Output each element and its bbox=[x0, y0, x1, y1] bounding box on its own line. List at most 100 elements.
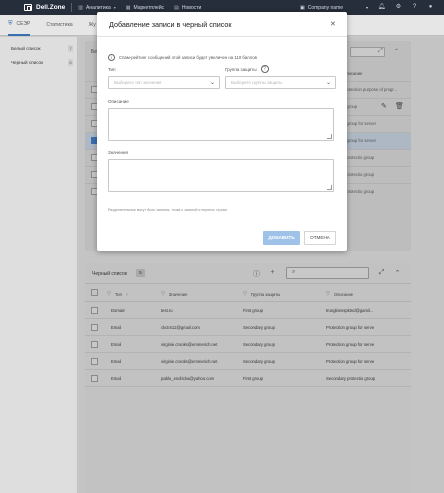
news-icon: ▤ bbox=[174, 4, 179, 11]
cell-value: pablo_endrickа@yahoo.com bbox=[161, 376, 215, 381]
add-blacklist-dialog: Добавление записи в черный список ✕ i Сп… bbox=[97, 12, 347, 251]
nav-marketplace[interactable]: ▦ Маркетплейс bbox=[126, 5, 164, 11]
cell-description: Protection group for serve bbox=[326, 359, 375, 364]
cell-type: Email bbox=[111, 376, 122, 381]
cell-description: Protection group for serve bbox=[326, 342, 375, 347]
row-checkbox[interactable] bbox=[91, 307, 98, 314]
chart-icon: ▥ bbox=[78, 4, 83, 11]
row-checkbox[interactable] bbox=[91, 358, 98, 365]
expand-icon[interactable]: ⤢ bbox=[378, 48, 383, 55]
trash-icon[interactable]: 🗑︎ bbox=[395, 102, 404, 110]
table-row[interactable]: Email virginie.crooks@emmerich.net Secon… bbox=[85, 336, 411, 353]
description-label: Описание bbox=[108, 99, 129, 104]
info-text: Спам-рейтинг сообщений этой записи будет… bbox=[119, 55, 257, 60]
values-label: Значения bbox=[108, 150, 128, 155]
column-header-type[interactable]: ▽ Тип ↑ bbox=[107, 291, 128, 297]
tab-statistics[interactable]: Статистика bbox=[46, 15, 72, 36]
logo-icon bbox=[24, 4, 32, 11]
tab-statistics-label: Статистика bbox=[46, 22, 73, 28]
building-icon: ▣ bbox=[300, 4, 305, 11]
user-icon[interactable]: ● bbox=[426, 3, 435, 12]
dialog-title: Добавление записи в черный список bbox=[109, 20, 232, 29]
dialog-divider bbox=[97, 36, 347, 37]
count-badge: 7 bbox=[68, 45, 73, 52]
column-header-description[interactable]: ▽ Описание bbox=[326, 291, 353, 297]
tab-seer[interactable]: ⛨ СЕЭР bbox=[8, 15, 31, 36]
tab-seer-label: СЕЭР bbox=[16, 21, 31, 27]
cell-type: Email bbox=[111, 359, 122, 364]
search-input[interactable]: ⌕ bbox=[286, 267, 369, 279]
cell-value: test.ru bbox=[161, 308, 173, 313]
cancel-button[interactable]: ОТМЕНА bbox=[304, 231, 336, 245]
column-header-value[interactable]: ▽ Значение bbox=[161, 291, 187, 297]
column-label: Описание bbox=[333, 291, 354, 297]
nav-marketplace-label: Маркетплейс bbox=[133, 4, 165, 11]
sidebar-item-label: Белый список bbox=[11, 46, 41, 51]
nav-analytics-label: Аналитика bbox=[86, 4, 111, 11]
cell-value: virginie.crooks@emmerich.net bbox=[161, 359, 218, 364]
group-label-text: Группа защиты bbox=[225, 66, 257, 72]
company-selector[interactable]: ▣ Company name ▾ bbox=[300, 3, 368, 12]
protection-group-select[interactable]: Выберите группы защиты ⌄ bbox=[225, 76, 336, 89]
cell-description: Protection purpose of progr... bbox=[343, 87, 398, 92]
cell-description: n group for server bbox=[343, 121, 377, 126]
help-icon[interactable]: ? bbox=[260, 65, 269, 73]
sidebar-item-whitelist[interactable]: Белый список 7 bbox=[0, 42, 78, 55]
group-label: Группа защиты ? bbox=[225, 65, 269, 73]
cell-group: Secondary group bbox=[243, 342, 275, 347]
spam-rating-info: i Спам-рейтинг сообщений этой записи буд… bbox=[108, 54, 257, 61]
cell-type: Domain bbox=[111, 308, 126, 313]
row-checkbox[interactable] bbox=[91, 375, 98, 382]
cell-value: ckctm12@gmail.com bbox=[161, 325, 200, 330]
row-checkbox[interactable] bbox=[91, 324, 98, 331]
filter-icon: ▽ bbox=[243, 291, 247, 297]
close-icon[interactable]: ✕ bbox=[330, 20, 336, 28]
filter-icon: ▽ bbox=[326, 291, 330, 297]
shield-icon: ⛨ bbox=[8, 20, 13, 27]
expand-icon[interactable]: ⤢ bbox=[377, 269, 386, 277]
edit-icon[interactable]: ✎ bbox=[381, 102, 387, 110]
help-icon[interactable]: ? bbox=[410, 3, 419, 12]
chevron-up-icon[interactable]: ⌃ bbox=[394, 48, 399, 55]
cell-type: Email bbox=[111, 342, 122, 347]
table-row[interactable]: Email ckctm12@gmail.com Secondary group … bbox=[85, 319, 411, 336]
tab-journal[interactable]: Жу bbox=[89, 15, 96, 36]
add-icon[interactable]: + bbox=[268, 269, 277, 276]
chevron-up-icon[interactable]: ⌃ bbox=[393, 269, 402, 277]
cell-description: y protectio group bbox=[343, 155, 375, 160]
brand-logo[interactable]: Dell.Zone bbox=[24, 4, 65, 11]
add-button[interactable]: ДОБАВИТЬ bbox=[263, 231, 300, 245]
values-textarea[interactable] bbox=[108, 159, 334, 192]
description-textarea[interactable] bbox=[108, 108, 334, 141]
nav-news[interactable]: ▤ Новости bbox=[174, 5, 201, 11]
info-icon[interactable]: ⓘ bbox=[252, 269, 261, 279]
cell-group: Secondary group bbox=[243, 325, 275, 330]
cell-group: First group bbox=[243, 376, 264, 381]
search-icon: ⌕ bbox=[292, 269, 296, 275]
settings-icon[interactable]: ⚙ bbox=[394, 3, 403, 12]
column-header-group[interactable]: ▽ Группа защиты bbox=[243, 291, 280, 297]
type-label: Тип bbox=[108, 67, 116, 72]
cell-group: First group bbox=[243, 308, 264, 313]
sidebar-item-blacklist[interactable]: Черный список 5 bbox=[0, 56, 78, 69]
cell-description: y protectio group bbox=[343, 172, 375, 177]
bell-icon[interactable]: 🔔︎ bbox=[377, 3, 386, 12]
nav-analytics[interactable]: ▥ Аналитика ▾ bbox=[78, 5, 116, 11]
brand-name: Dell.Zone bbox=[36, 4, 66, 11]
group-placeholder: Выберите группы защиты bbox=[231, 80, 283, 85]
row-checkbox[interactable] bbox=[91, 341, 98, 348]
table-row[interactable]: Email virginie.crooks@emmerich.net Secon… bbox=[85, 353, 411, 370]
nav-news-label: Новости bbox=[181, 4, 202, 11]
table-row[interactable]: Domain test.ru First group trungkienspkt… bbox=[85, 302, 411, 319]
table-row[interactable]: Email pablo_endrickа@yahoo.com First gro… bbox=[85, 370, 411, 387]
column-label: Значение bbox=[168, 291, 188, 297]
chevron-down-icon: ⌄ bbox=[325, 80, 331, 86]
count-badge: 5 bbox=[68, 59, 73, 66]
select-all-checkbox[interactable] bbox=[91, 289, 98, 296]
cell-group: Secondary group bbox=[243, 359, 275, 364]
separator-hint: Разделительные могут быть запятая, точка… bbox=[108, 208, 228, 212]
type-select[interactable]: Выберите тип значения ⌄ bbox=[108, 76, 220, 89]
cell-description: y protectio group bbox=[343, 189, 375, 194]
cell-type: Email bbox=[111, 325, 122, 330]
cell-description: Protection group for serve bbox=[326, 325, 375, 330]
